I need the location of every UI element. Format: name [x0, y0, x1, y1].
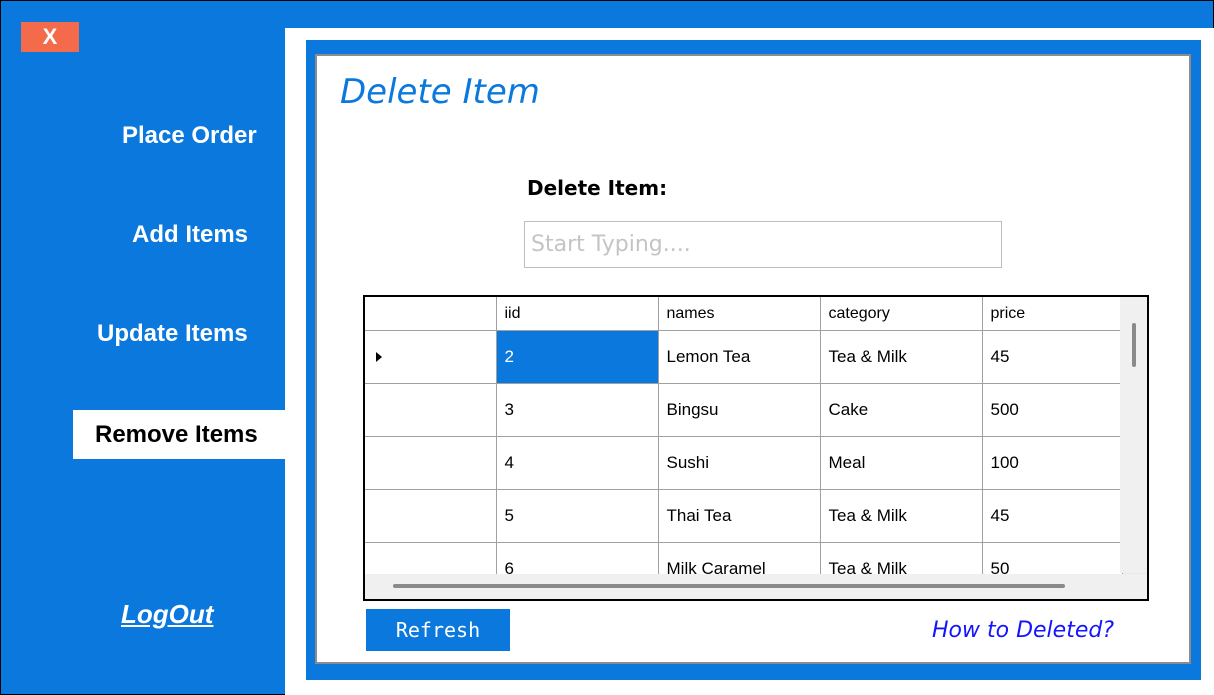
table-cell-category[interactable]: Cake	[820, 383, 983, 437]
nav-remove-items[interactable]: Remove Items	[73, 410, 287, 459]
table-cell-category[interactable]: Tea & Milk	[820, 330, 983, 384]
search-input[interactable]	[524, 221, 1002, 268]
logout-link[interactable]: LogOut	[121, 599, 213, 630]
table-cell-price[interactable]: 45	[982, 489, 1123, 543]
row-header[interactable]	[365, 383, 497, 437]
table-row[interactable]: 4 Sushi Meal 100	[365, 436, 1123, 490]
nav-place-order[interactable]: Place Order	[122, 122, 257, 150]
row-header-corner	[365, 297, 497, 331]
table-cell-names[interactable]: Thai Tea	[658, 489, 821, 543]
column-header-category[interactable]: category	[820, 297, 983, 331]
table-cell-iid[interactable]: 3	[496, 383, 659, 437]
column-header-price[interactable]: price	[982, 297, 1123, 331]
table-cell-iid[interactable]: 5	[496, 489, 659, 543]
items-grid[interactable]: iid names category price 2 Lemon Tea Tea…	[363, 295, 1149, 601]
column-header-iid[interactable]: iid	[496, 297, 659, 331]
table-row[interactable]: 2 Lemon Tea Tea & Milk 45	[365, 330, 1123, 384]
page-title: Delete Item	[340, 72, 540, 112]
how-to-delete-link[interactable]: How to Deleted?	[932, 618, 1114, 643]
vertical-scroll-thumb[interactable]	[1132, 323, 1136, 367]
nav-update-items[interactable]: Update Items	[97, 320, 248, 348]
table-cell-price[interactable]: 500	[982, 383, 1123, 437]
table-cell-category[interactable]: Meal	[820, 436, 983, 490]
table-cell-price[interactable]: 45	[982, 330, 1123, 384]
delete-item-label: Delete Item:	[527, 176, 668, 200]
column-header-names[interactable]: names	[658, 297, 821, 331]
refresh-button[interactable]: Refresh	[366, 609, 510, 651]
row-header[interactable]	[365, 489, 497, 543]
table-cell-iid[interactable]: 4	[496, 436, 659, 490]
horizontal-scrollbar[interactable]	[365, 574, 1120, 599]
horizontal-scroll-thumb[interactable]	[393, 584, 1065, 588]
table-row[interactable]: 3 Bingsu Cake 500	[365, 383, 1123, 437]
items-table: iid names category price 2 Lemon Tea Tea…	[365, 297, 1123, 596]
row-header[interactable]	[365, 436, 497, 490]
row-header[interactable]	[365, 330, 497, 384]
nav-add-items[interactable]: Add Items	[132, 221, 248, 249]
close-button[interactable]: X	[21, 22, 79, 52]
current-row-arrow-icon	[376, 352, 382, 362]
table-cell-price[interactable]: 100	[982, 436, 1123, 490]
table-cell-names[interactable]: Sushi	[658, 436, 821, 490]
vertical-scrollbar[interactable]	[1120, 297, 1147, 573]
table-cell-iid[interactable]: 2	[496, 330, 659, 384]
table-row[interactable]: 5 Thai Tea Tea & Milk 45	[365, 489, 1123, 543]
table-cell-category[interactable]: Tea & Milk	[820, 489, 983, 543]
table-cell-names[interactable]: Bingsu	[658, 383, 821, 437]
table-cell-names[interactable]: Lemon Tea	[658, 330, 821, 384]
header-row: iid names category price	[365, 297, 1123, 331]
scrollbar-corner	[1120, 574, 1147, 599]
